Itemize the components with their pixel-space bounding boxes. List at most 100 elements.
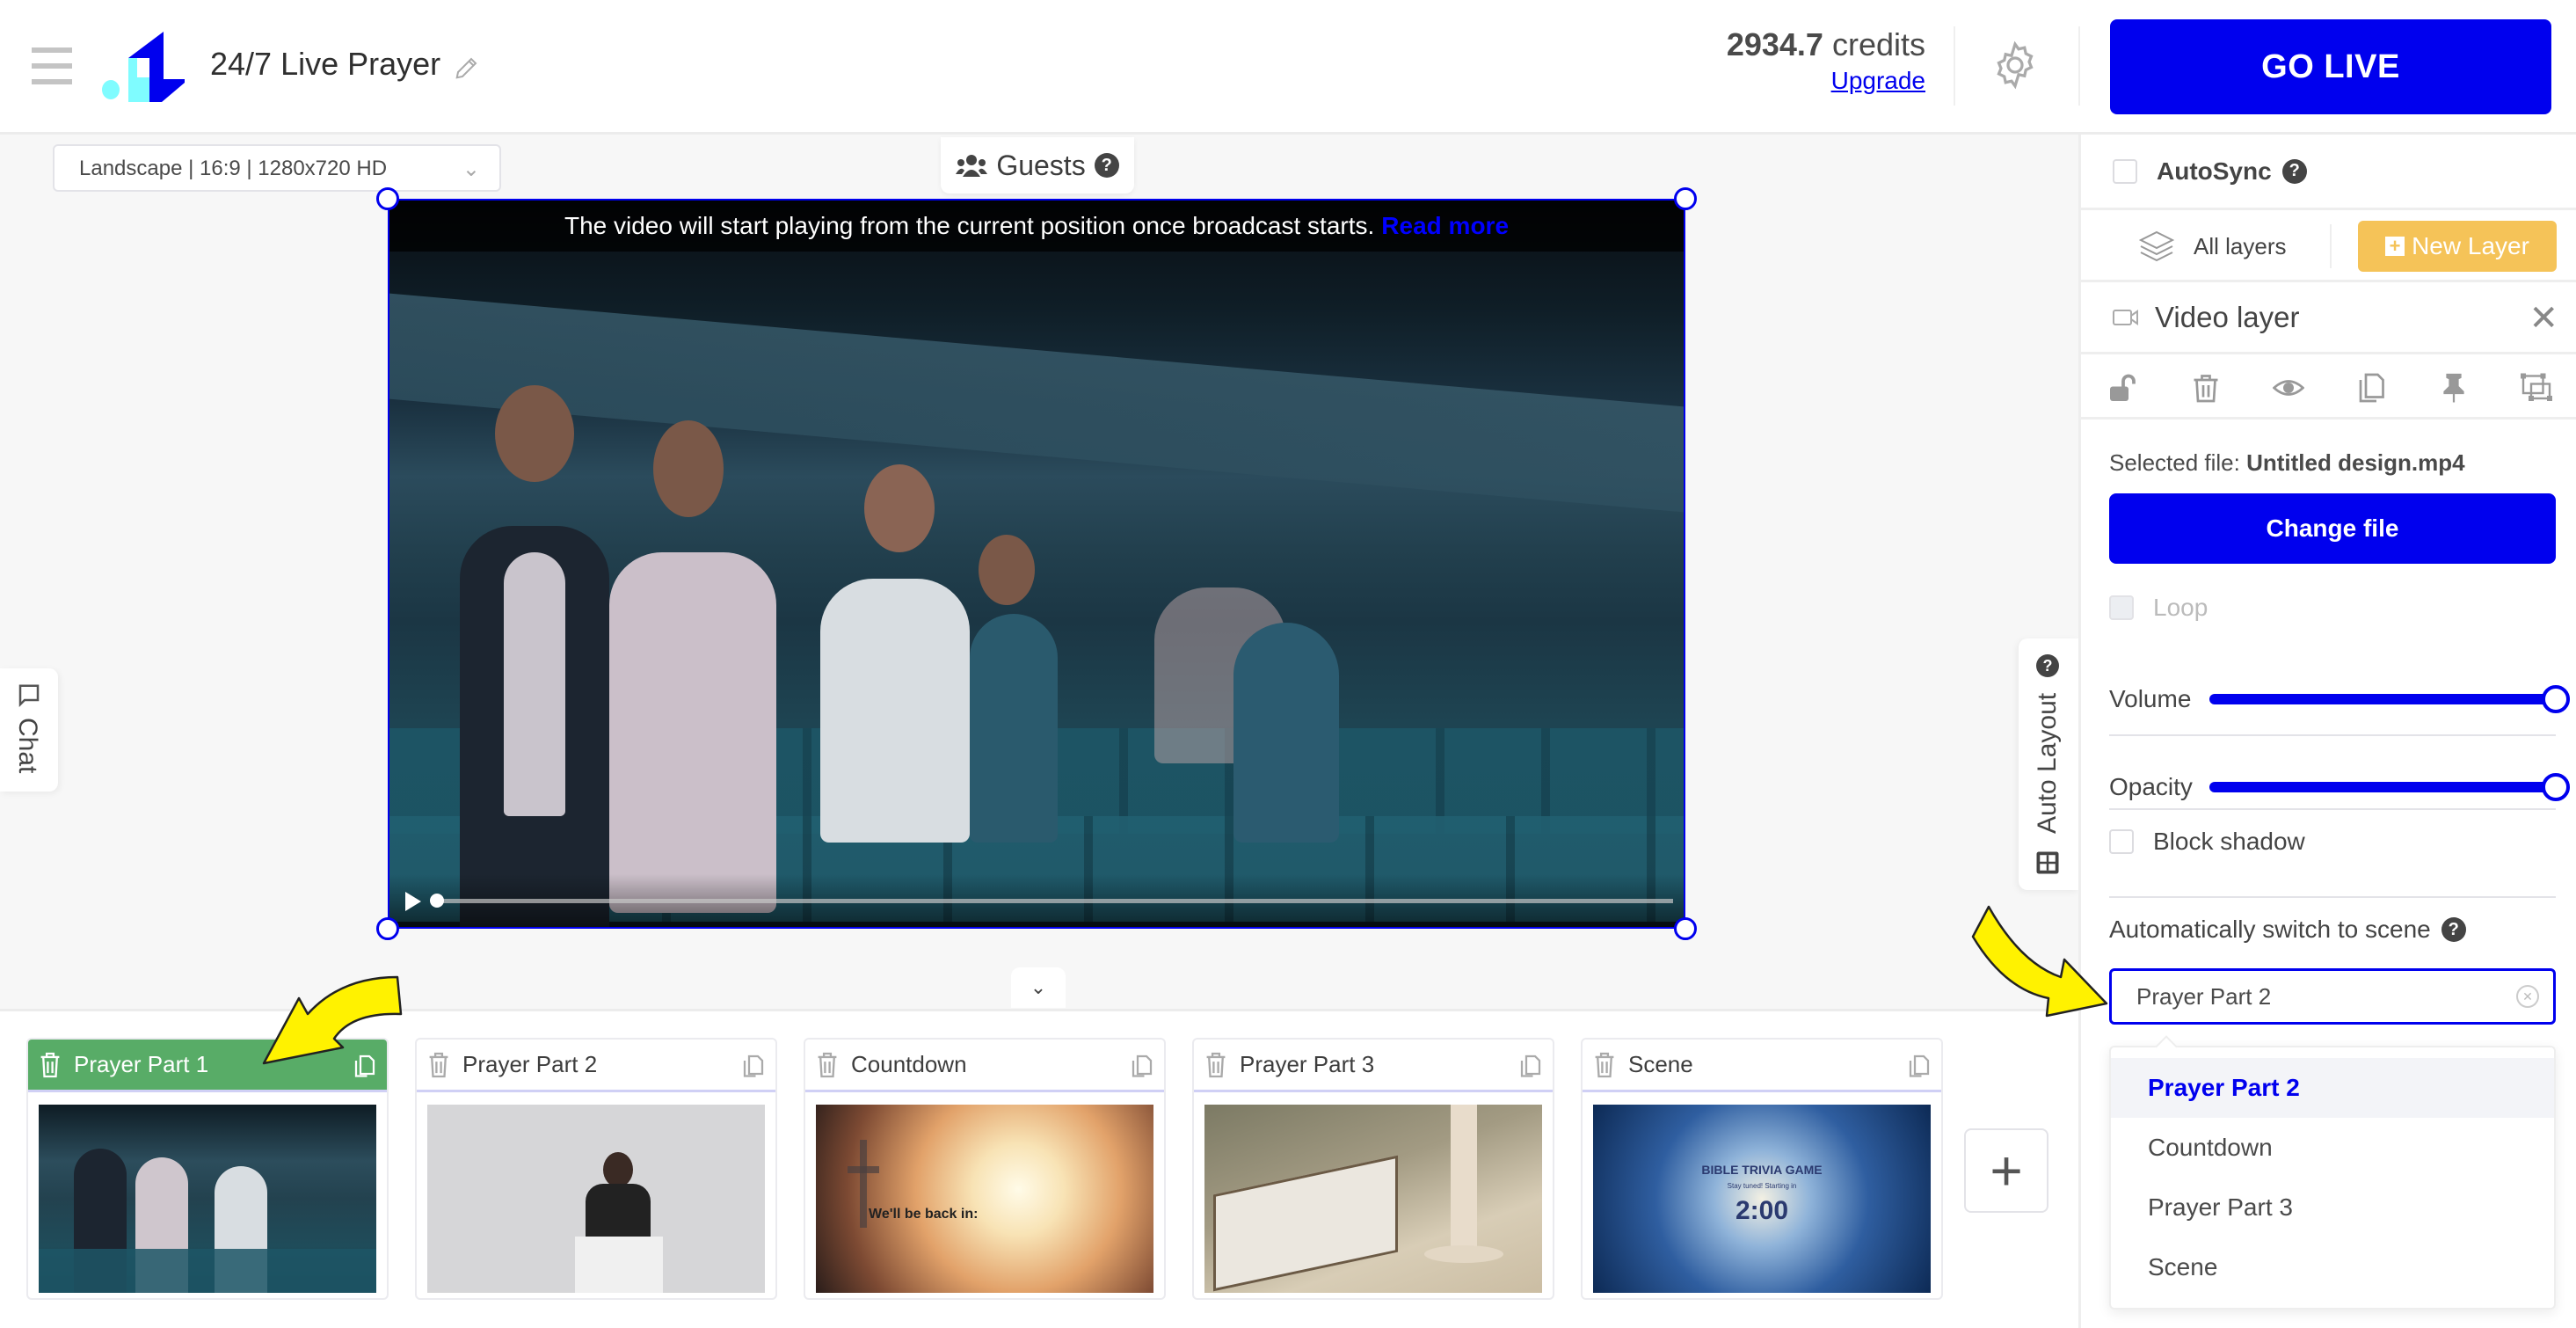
- resolution-value: Landscape | 16:9 | 1280x720 HD: [79, 157, 388, 180]
- gear-icon[interactable]: [1989, 39, 2041, 91]
- volume-label: Volume: [2109, 685, 2192, 712]
- plus-icon: +: [2385, 237, 2405, 256]
- dropdown-option[interactable]: Countdown: [2111, 1118, 2554, 1178]
- help-icon[interactable]: ?: [2036, 654, 2059, 677]
- help-icon[interactable]: ?: [2281, 158, 2307, 184]
- divider: [2109, 734, 2556, 736]
- trash-icon[interactable]: [1204, 1051, 1227, 1079]
- all-layers-button[interactable]: All layers: [2139, 226, 2286, 266]
- guests-label: Guests: [996, 149, 1086, 181]
- loop-checkbox[interactable]: [2109, 595, 2134, 620]
- dropdown-option[interactable]: Scene: [2111, 1237, 2554, 1297]
- chat-tab[interactable]: Chat: [0, 668, 58, 792]
- menu-icon[interactable]: [32, 47, 72, 84]
- unlock-icon[interactable]: [2107, 372, 2139, 404]
- help-icon[interactable]: ?: [1094, 153, 1119, 178]
- add-scene-button[interactable]: +: [1964, 1128, 2048, 1213]
- play-icon[interactable]: [405, 892, 421, 911]
- pin-icon[interactable]: [2438, 372, 2470, 404]
- resize-icon[interactable]: [2521, 372, 2552, 404]
- collapse-scenes-button[interactable]: ⌄: [1011, 967, 1066, 1008]
- opacity-control: Opacity: [2109, 763, 2570, 812]
- scene-card[interactable]: Scene BIBLE TRIVIA GAME Stay tuned! Star…: [1581, 1038, 1943, 1300]
- video-controls: [389, 874, 1684, 927]
- trash-icon[interactable]: [427, 1051, 450, 1079]
- scene-thumbnail: [427, 1105, 765, 1293]
- auto-layout-tab[interactable]: ? Auto Layout: [2019, 638, 2078, 890]
- plus-icon: +: [1990, 1139, 2023, 1202]
- close-icon[interactable]: ✕: [2529, 298, 2558, 339]
- resize-handle-top-right[interactable]: [1674, 187, 1697, 210]
- seek-bar[interactable]: [430, 894, 1673, 908]
- volume-slider[interactable]: [2209, 685, 2570, 713]
- change-file-button[interactable]: Change file: [2109, 493, 2556, 564]
- thumbnail-text: We'll be back in:: [869, 1207, 979, 1222]
- credits-display: 2934.7 credits Upgrade: [1727, 26, 1925, 95]
- copy-icon[interactable]: [1131, 1052, 1153, 1078]
- layer-tools-row: [2081, 354, 2576, 420]
- thumbnail-subtitle: Stay tuned! Starting in: [1727, 1182, 1797, 1190]
- scene-name: Prayer Part 1: [74, 1051, 209, 1077]
- new-layer-label: New Layer: [2412, 232, 2529, 259]
- seek-knob[interactable]: [430, 894, 444, 908]
- eye-icon[interactable]: [2273, 372, 2304, 404]
- volume-control: Volume: [2109, 675, 2570, 724]
- chevron-down-icon: ⌄: [462, 157, 480, 181]
- auto-layout-label: Auto Layout: [2033, 692, 2062, 834]
- opacity-slider[interactable]: [2209, 773, 2570, 801]
- credits-amount: 2934.7: [1726, 26, 1823, 62]
- block-shadow-label: Block shadow: [2153, 828, 2305, 855]
- broadcast-notice: The video will start playing from the cu…: [389, 201, 1684, 252]
- scene-thumbnail: [39, 1105, 376, 1293]
- divider: [2109, 808, 2556, 810]
- copy-icon[interactable]: [1908, 1052, 1931, 1078]
- scene-name: Prayer Part 2: [462, 1051, 598, 1077]
- autosync-checkbox[interactable]: [2113, 158, 2137, 184]
- opacity-slider-knob[interactable]: [2542, 773, 2570, 801]
- go-live-button[interactable]: GO LIVE: [2110, 19, 2551, 114]
- scene-card[interactable]: Prayer Part 2: [415, 1038, 777, 1300]
- new-layer-button[interactable]: + New Layer: [2358, 221, 2557, 272]
- copy-icon[interactable]: [353, 1052, 376, 1078]
- scene-card[interactable]: Prayer Part 1: [26, 1038, 389, 1300]
- auto-switch-value: Prayer Part 2: [2136, 983, 2272, 1010]
- volume-slider-knob[interactable]: [2542, 685, 2570, 713]
- scene-thumbnail: BIBLE TRIVIA GAME Stay tuned! Starting i…: [1593, 1105, 1931, 1293]
- resize-handle-top-left[interactable]: [376, 187, 399, 210]
- copy-icon[interactable]: [1519, 1052, 1542, 1078]
- scene-card[interactable]: Countdown We'll be back in:: [804, 1038, 1166, 1300]
- trash-icon[interactable]: [816, 1051, 839, 1079]
- guests-button[interactable]: Guests ?: [941, 137, 1134, 193]
- scene-card[interactable]: Prayer Part 3: [1192, 1038, 1554, 1300]
- copy-icon[interactable]: [2355, 372, 2387, 404]
- notice-text: The video will start playing from the cu…: [564, 212, 1375, 239]
- chat-bubble-icon: [18, 684, 40, 708]
- trash-icon[interactable]: [39, 1051, 62, 1079]
- block-shadow-checkbox[interactable]: [2109, 829, 2134, 854]
- trash-icon[interactable]: [2190, 372, 2222, 404]
- trash-icon[interactable]: [1593, 1051, 1616, 1079]
- dropdown-option[interactable]: Prayer Part 3: [2111, 1178, 2554, 1237]
- layer-title: Video layer: [2155, 300, 2300, 333]
- resize-handle-bottom-left[interactable]: [376, 917, 399, 940]
- help-icon[interactable]: ?: [2441, 917, 2466, 942]
- clear-icon[interactable]: ✕: [2516, 985, 2539, 1008]
- layers-row: All layers + New Layer: [2081, 210, 2576, 282]
- autosync-row: AutoSync ?: [2081, 135, 2576, 210]
- layer-properties-panel: AutoSync ? All layers + New Layer Video …: [2078, 135, 2576, 1328]
- read-more-link[interactable]: Read more: [1381, 212, 1509, 240]
- pencil-icon[interactable]: [454, 55, 480, 81]
- dropdown-option[interactable]: Prayer Part 2: [2111, 1058, 2554, 1118]
- resize-handle-bottom-right[interactable]: [1674, 917, 1697, 940]
- loop-option: Loop: [2109, 594, 2208, 622]
- users-icon: [956, 155, 988, 177]
- thumbnail-title: BIBLE TRIVIA GAME: [1701, 1163, 1823, 1177]
- video-preview[interactable]: The video will start playing from the cu…: [388, 199, 1685, 929]
- all-layers-label: All layers: [2194, 232, 2287, 259]
- copy-icon[interactable]: [742, 1052, 765, 1078]
- thumbnail-time: 2:00: [1735, 1196, 1789, 1225]
- video-person: [504, 552, 565, 816]
- upgrade-link[interactable]: Upgrade: [1727, 67, 1925, 95]
- resolution-select[interactable]: Landscape | 16:9 | 1280x720 HD ⌄: [53, 144, 501, 192]
- auto-switch-scene-select[interactable]: Prayer Part 2 ✕: [2109, 968, 2556, 1025]
